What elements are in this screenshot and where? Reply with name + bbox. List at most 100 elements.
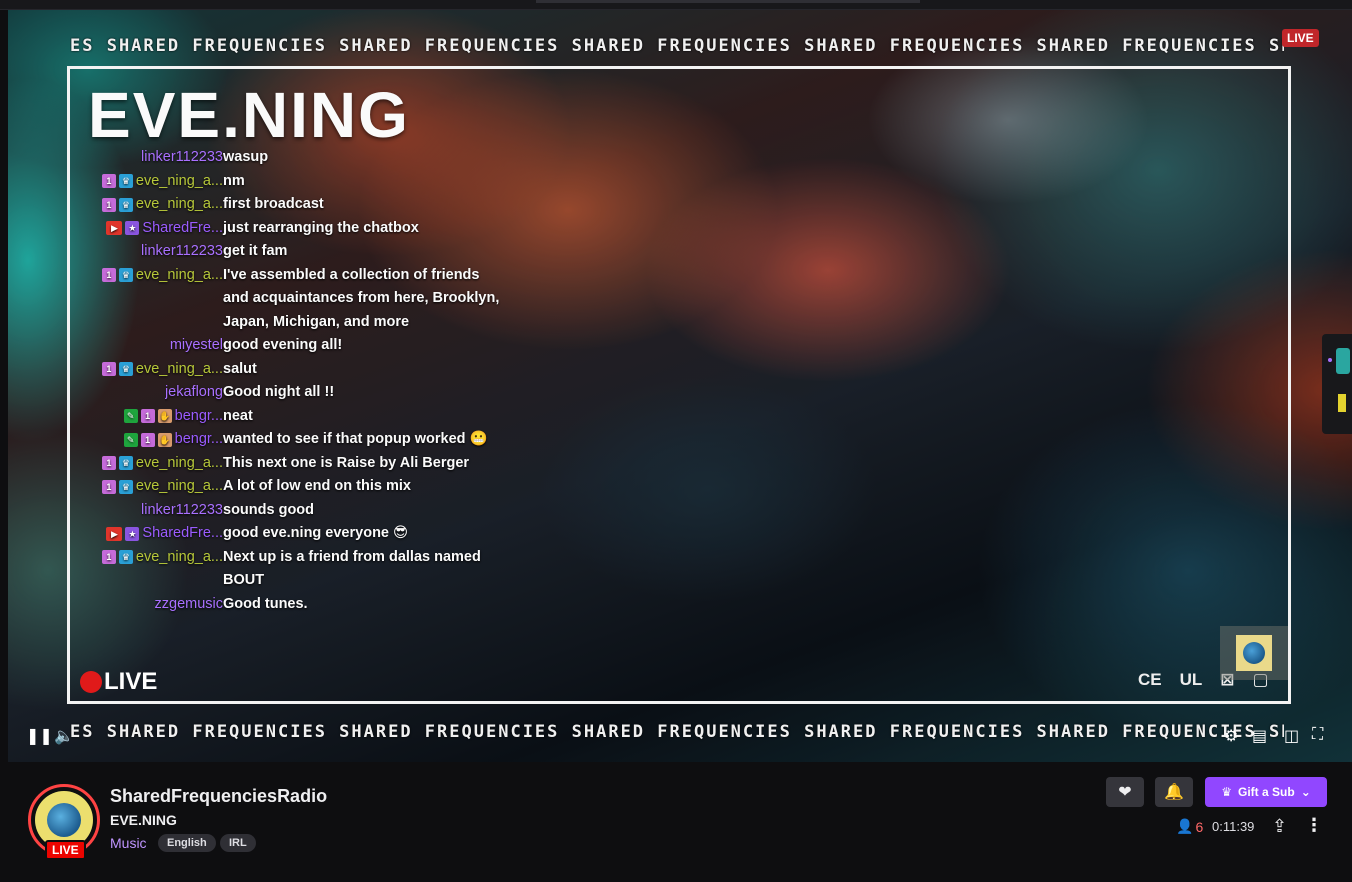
globe-icon	[1236, 635, 1272, 671]
chat-message: 1 ♛ eve_ning_a... This next one is Raise by…	[88, 452, 528, 476]
chat-username: zzgemusic	[154, 595, 224, 612]
overlay-live-indicator: LIVE	[80, 668, 157, 696]
tag-irl[interactable]: IRL	[220, 834, 256, 852]
crown-badge-icon: ♛	[118, 550, 133, 565]
chat-author: ▶ ★ SharedFre...	[88, 522, 223, 546]
chat-text: Next up is a friend from dallas named BO…	[223, 548, 481, 589]
more-icon[interactable]: ⋮	[1305, 815, 1323, 836]
chat-message: ✎ 1 ✋ bengr... neat	[88, 405, 528, 429]
chat-author: 1 ♛ eve_ning_a...	[88, 170, 223, 194]
chat-message: zzgemusic Good tunes.	[88, 593, 528, 617]
chat-message: ▶ ★ SharedFre... just rearranging the chatb…	[88, 217, 528, 241]
overlay-title: EVE.NING	[88, 79, 410, 151]
ticker-bottom: ES SHARED FREQUENCIES SHARED FREQUENCIES…	[70, 722, 1284, 742]
chat-author: 1 ♛ eve_ning_a...	[88, 193, 223, 217]
chat-username: eve_ning_a...	[135, 478, 223, 494]
chat-author: miyestel	[88, 334, 223, 358]
chat-message: 1 ♛ eve_ning_a... A lot of low end on this …	[88, 475, 528, 499]
chat-message: 1 ♛ eve_ning_a... first broadcast	[88, 193, 528, 217]
chat-message: ✎ 1 ✋ bengr... wanted to see if that popup w…	[88, 428, 528, 452]
indicator-dot	[1328, 358, 1332, 362]
sub-badge-icon: 1	[101, 197, 116, 212]
chat-username: eve_ning_a...	[135, 360, 223, 377]
star-badge-icon: ★	[125, 526, 140, 541]
chat-author: linker112233	[88, 499, 223, 523]
chat-message: ▶ ★ SharedFre... good eve.ning everyone 😎	[88, 522, 528, 546]
chat-username: linker112233	[141, 149, 223, 165]
chat-username: linker112233	[141, 243, 223, 259]
tag-english[interactable]: English	[158, 834, 216, 852]
chat-text: Good tunes.	[223, 595, 308, 612]
chat-author: 1 ♛ eve_ning_a...	[88, 264, 223, 288]
chat-username: eve_ning_a...	[135, 454, 223, 471]
chat-message: 1 ♛ eve_ning_a... nm	[88, 170, 528, 194]
crown-badge-icon: ♛	[118, 456, 133, 471]
mute-icon[interactable]: 🔈	[54, 726, 74, 746]
chat-username: bengr...	[174, 407, 223, 424]
category-link[interactable]: Music	[110, 835, 147, 851]
channel-info-bar: LIVE SharedFrequenciesRadio EVE.NING Mus…	[0, 762, 1352, 882]
viewer-count-value: 6	[1195, 818, 1204, 835]
clip-icon[interactable]: ▤	[1252, 726, 1267, 746]
hand-badge-icon: ✋	[157, 409, 172, 424]
chat-text: wanted to see if that popup worked 😬	[223, 431, 488, 447]
sub-badge-icon: 1	[101, 362, 116, 377]
side-panel-tab[interactable]	[1322, 334, 1352, 434]
chat-message: 1 ♛ eve_ning_a... salut	[88, 358, 528, 382]
chat-text: nm	[223, 172, 245, 189]
panel-thumb	[1336, 348, 1350, 374]
ticker-top: ES SHARED FREQUENCIES SHARED FREQUENCIES…	[70, 36, 1284, 56]
share-icon[interactable]: ⇪	[1272, 816, 1287, 837]
live-badge-corner: LIVE	[1282, 29, 1319, 47]
heart-icon: ❤	[1118, 784, 1132, 801]
follow-button[interactable]: ❤	[1106, 777, 1144, 807]
chat-username: bengr...	[174, 431, 223, 447]
chat-text: just rearranging the chatbox	[223, 219, 419, 236]
chat-username: SharedFre...	[142, 219, 223, 236]
overlay-live-label: LIVE	[104, 668, 158, 695]
ul-mark: UL	[1179, 670, 1203, 689]
chat-username: eve_ning_a...	[135, 548, 223, 565]
crown-icon: ♛	[1221, 785, 1233, 799]
crown-badge-icon: ♛	[118, 268, 133, 283]
video-player[interactable]: ES SHARED FREQUENCIES SHARED FREQUENCIES…	[8, 10, 1352, 762]
chat-text: I've assembled a collection of friends a…	[223, 266, 500, 330]
chat-author: 1 ♛ eve_ning_a...	[88, 452, 223, 476]
chat-author: jekaflong	[88, 381, 223, 405]
chat-message: 1 ♛ eve_ning_a... Next up is a friend from …	[88, 546, 528, 593]
live-badge: LIVE	[45, 840, 86, 860]
theatre-mode-icon[interactable]: ◫	[1284, 726, 1299, 746]
crown-badge-icon: ♛	[118, 174, 133, 189]
vid-badge-icon: ▶	[106, 526, 123, 541]
stream-uptime: 0:11:39	[1212, 819, 1255, 834]
chat-message: linker112233 get it fam	[88, 240, 528, 264]
pause-icon[interactable]: ❚❚	[26, 726, 53, 746]
chevron-down-icon: ⌄	[1300, 785, 1311, 799]
bell-icon: 🔔	[1164, 784, 1184, 801]
sub-badge-icon: 1	[101, 456, 116, 471]
gift-sub-button[interactable]: ♛ Gift a Sub ⌄	[1205, 777, 1327, 807]
notifications-button[interactable]: 🔔	[1155, 777, 1193, 807]
chat-username: miyestel	[169, 337, 223, 353]
star-badge-icon: ★	[125, 221, 140, 236]
chat-text: wasup	[223, 149, 269, 165]
crown-badge-icon: ♛	[118, 479, 133, 494]
sub-badge-icon: 1	[101, 268, 116, 283]
chat-author: 1 ♛ eve_ning_a...	[88, 475, 223, 499]
chat-message: jekaflong Good night all !!	[88, 381, 528, 405]
channel-name[interactable]: SharedFrequenciesRadio	[110, 786, 327, 807]
chat-author: ✎ 1 ✋ bengr...	[88, 405, 223, 429]
vid-badge-icon: ▶	[106, 221, 123, 236]
sub-badge-icon: 1	[101, 550, 116, 565]
chat-author: 1 ♛ eve_ning_a...	[88, 546, 223, 570]
chat-username: eve_ning_a...	[135, 266, 223, 283]
chat-message: linker112233 sounds good	[88, 499, 528, 523]
top-bar-segment	[536, 0, 920, 3]
settings-icon[interactable]: ⚙	[1224, 726, 1238, 746]
sub-badge-icon: 1	[140, 432, 155, 447]
chat-author: linker112233	[88, 146, 223, 170]
crown-badge-icon: ♛	[118, 197, 133, 212]
chat-text: This next one is Raise by Ali Berger	[223, 454, 470, 471]
fullscreen-icon[interactable]: ⛶	[1312, 726, 1323, 744]
person-icon: 👤	[1176, 818, 1194, 834]
